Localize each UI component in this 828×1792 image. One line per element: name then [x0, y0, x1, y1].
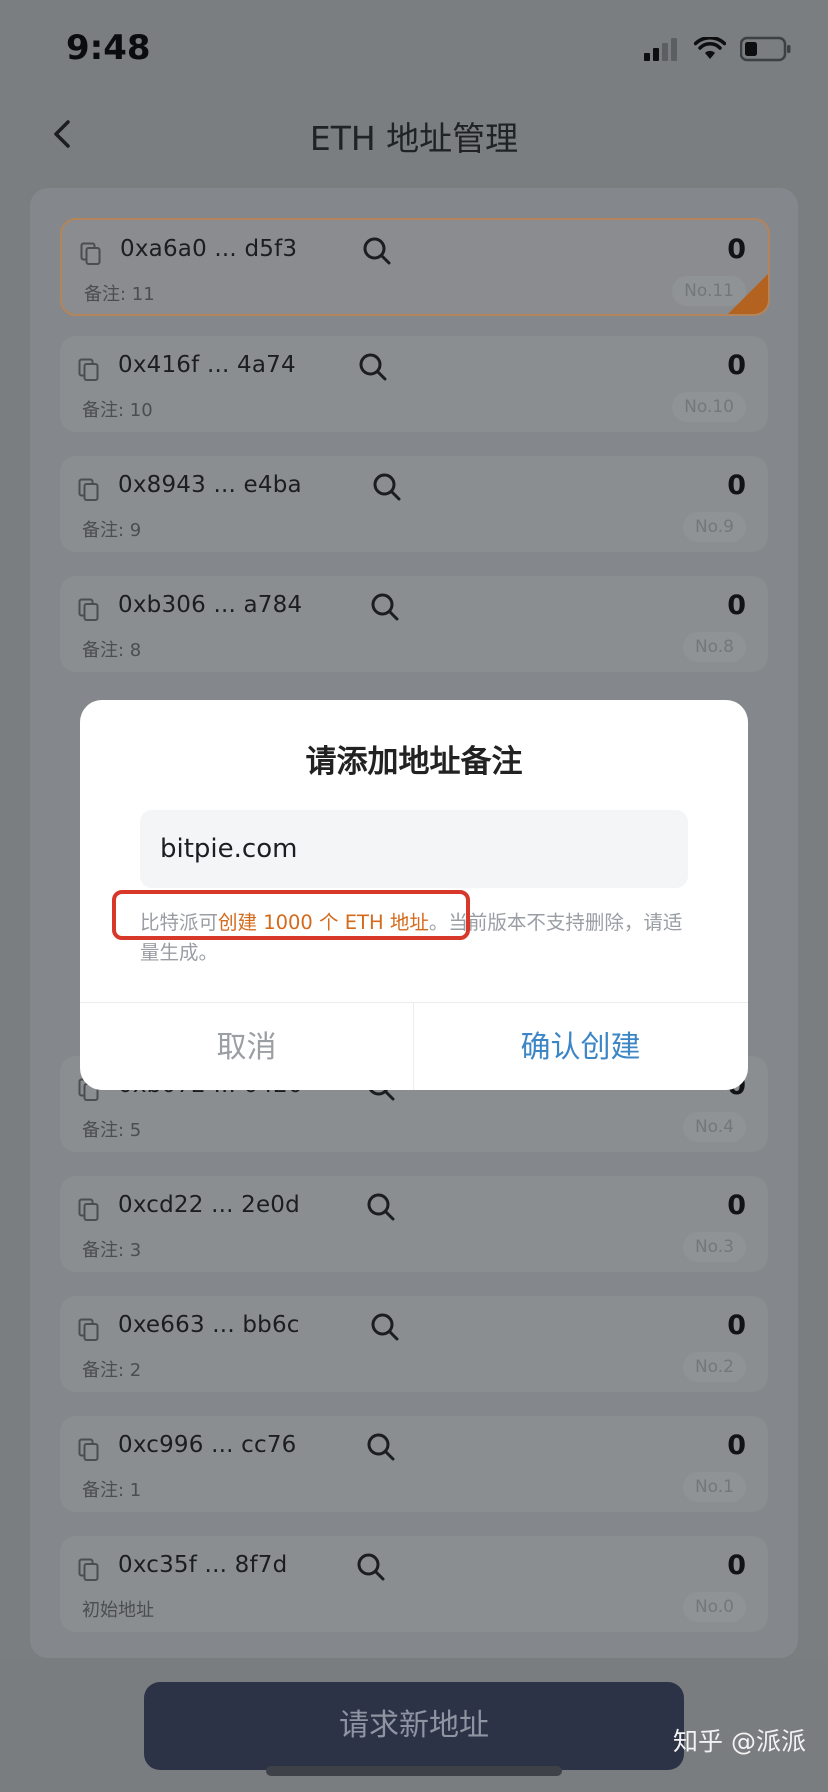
copy-icon[interactable]: [78, 478, 100, 502]
copy-icon[interactable]: [78, 358, 100, 382]
address-card[interactable]: 0xc35f ... 8f7d 0 初始地址 No.0: [60, 1536, 768, 1632]
address-text: 0x8943 ... e4ba: [118, 472, 302, 498]
copy-icon[interactable]: [78, 598, 100, 622]
copy-icon[interactable]: [78, 1198, 100, 1222]
address-text: 0xe663 ... bb6c: [118, 1312, 300, 1338]
address-index-badge: No.10: [672, 392, 746, 422]
address-text: 0xa6a0 ... d5f3: [120, 236, 298, 262]
search-icon[interactable]: [362, 236, 392, 266]
address-text: 0xcd22 ... 2e0d: [118, 1192, 300, 1218]
address-card[interactable]: 0xa6a0 ... d5f3 0 备注: 11 No.11: [60, 218, 770, 316]
page-title: ETH 地址管理: [309, 119, 519, 158]
address-index-badge: No.9: [682, 512, 746, 542]
cancel-button[interactable]: 取消: [80, 1003, 413, 1090]
address-note-input[interactable]: [140, 810, 688, 888]
copy-icon[interactable]: [80, 242, 102, 266]
balance-amount: 0: [727, 350, 746, 381]
status-icons: [644, 34, 792, 64]
address-note: 备注: 1: [82, 1480, 142, 1501]
address-note: 备注: 2: [82, 1360, 142, 1381]
copy-icon[interactable]: [78, 1438, 100, 1462]
search-icon[interactable]: [366, 1192, 396, 1222]
status-time: 9:48: [66, 28, 151, 68]
watermark: 知乎 @派派: [673, 1727, 806, 1756]
search-icon[interactable]: [370, 592, 400, 622]
confirm-create-button[interactable]: 确认创建: [414, 1003, 747, 1090]
address-text: 0xc996 ... cc76: [118, 1432, 297, 1458]
home-indicator: [266, 1766, 562, 1776]
address-note: 备注: 11: [84, 284, 155, 305]
annotation-highlight-box: [112, 890, 470, 940]
address-note: 备注: 5: [82, 1120, 142, 1141]
balance-amount: 0: [727, 590, 746, 621]
address-card[interactable]: 0xe663 ... bb6c 0 备注: 2 No.2: [60, 1296, 768, 1392]
battery-icon: [740, 36, 791, 62]
cellular-signal-icon: [644, 38, 677, 61]
balance-amount: 0: [727, 1430, 746, 1461]
copy-icon[interactable]: [78, 1318, 100, 1342]
address-note: 备注: 3: [82, 1240, 142, 1261]
address-text: 0xb306 ... a784: [118, 592, 303, 618]
wifi-icon: [694, 37, 726, 59]
address-index-badge: No.2: [682, 1352, 746, 1382]
balance-amount: 0: [727, 234, 746, 265]
address-note: 备注: 10: [82, 400, 153, 421]
address-index-badge: No.4: [682, 1112, 746, 1142]
search-icon[interactable]: [358, 352, 388, 382]
address-note: 备注: 9: [82, 520, 142, 541]
selected-corner-flag: [728, 274, 768, 314]
search-icon[interactable]: [372, 472, 402, 502]
address-note: 初始地址: [82, 1600, 154, 1621]
address-card[interactable]: 0xc996 ... cc76 0 备注: 1 No.1: [60, 1416, 768, 1512]
address-index-badge: No.8: [682, 632, 746, 662]
address-index-badge: No.1: [682, 1472, 746, 1502]
balance-amount: 0: [727, 1550, 746, 1581]
dialog-title: 请添加地址备注: [305, 744, 523, 780]
address-note: 备注: 8: [82, 640, 142, 661]
address-card[interactable]: 0xcd22 ... 2e0d 0 备注: 3 No.3: [60, 1176, 768, 1272]
search-icon[interactable]: [370, 1312, 400, 1342]
address-card[interactable]: 0xb306 ... a784 0 备注: 8 No.8: [60, 576, 768, 672]
request-new-address-button[interactable]: 请求新地址: [144, 1682, 684, 1770]
address-index-badge: No.3: [682, 1232, 746, 1262]
copy-icon[interactable]: [78, 1558, 100, 1582]
address-card[interactable]: 0x8943 ... e4ba 0 备注: 9 No.9: [60, 456, 768, 552]
search-icon[interactable]: [356, 1552, 386, 1582]
address-text: 0x416f ... 4a74: [118, 352, 296, 378]
balance-amount: 0: [727, 470, 746, 501]
balance-amount: 0: [727, 1310, 746, 1341]
balance-amount: 0: [727, 1190, 746, 1221]
address-text: 0xc35f ... 8f7d: [118, 1552, 288, 1578]
nav-bar: ETH 地址管理: [0, 100, 828, 180]
address-card[interactable]: 0x416f ... 4a74 0 备注: 10 No.10: [60, 336, 768, 432]
search-icon[interactable]: [366, 1432, 396, 1462]
add-note-dialog: 请添加地址备注 比特派可创建 1000 个 ETH 地址。当前版本不支持删除，请…: [80, 700, 748, 1090]
status-bar: 9:48: [0, 0, 828, 100]
address-index-badge: No.0: [682, 1592, 746, 1622]
